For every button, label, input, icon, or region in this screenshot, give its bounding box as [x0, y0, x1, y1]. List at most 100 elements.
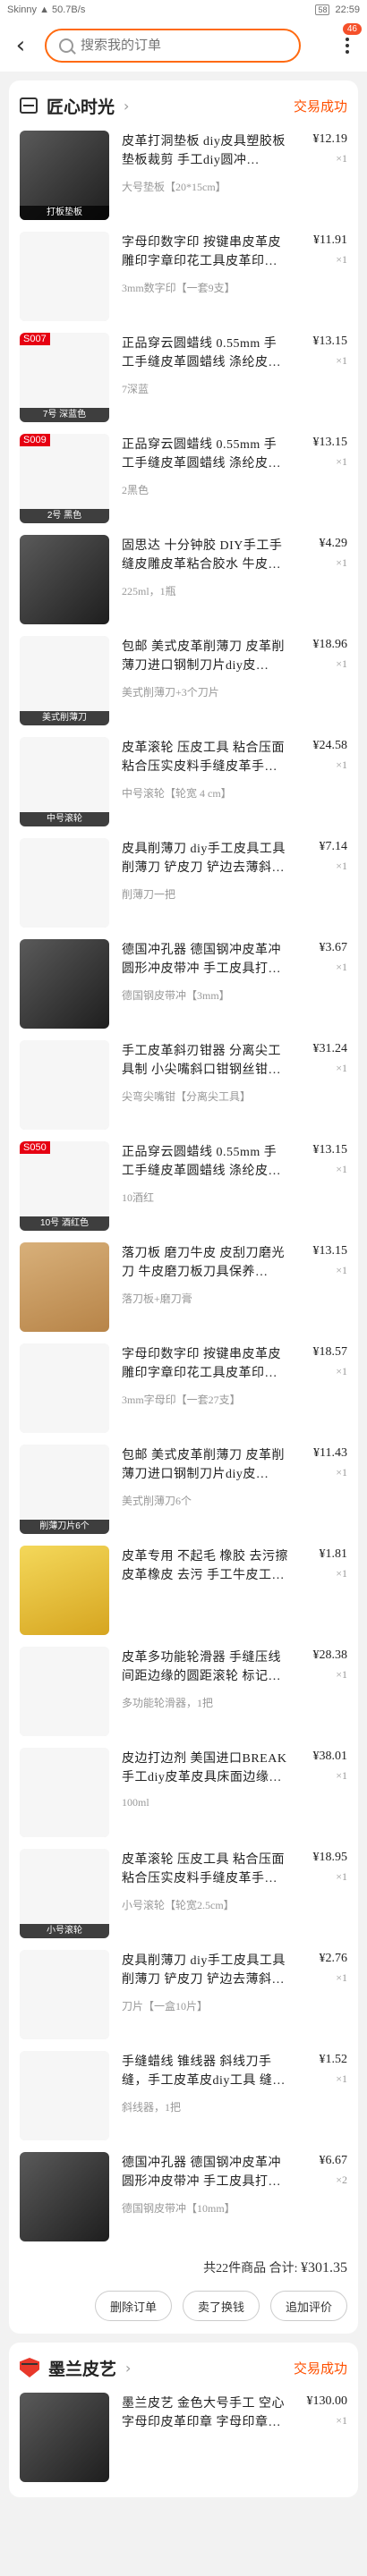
product-title[interactable]: 手缝蜡线 锥线器 斜线刀手缝，手工皮革皮diy工具 缝合…: [122, 2053, 288, 2090]
order-item[interactable]: 皮革专用 不起毛 橡胶 去污擦 皮革橡皮 去污 手工牛皮工具皮… ¥1.81 ×1: [20, 1540, 347, 1641]
price-qty: ¥11.91 ×1: [295, 232, 347, 327]
shop-name[interactable]: 墨兰皮艺: [48, 2356, 116, 2380]
product-title[interactable]: 墨兰皮艺 金色大号手工 空心字母印皮革印章 字母印章…: [122, 2394, 288, 2432]
more-icon[interactable]: [346, 38, 349, 54]
product-title[interactable]: 皮边打边剂 美国进口BREAK手工diy皮革皮具床面边缘…: [122, 1750, 288, 1787]
order-item[interactable]: 固思达 十分钟胶 DIY手工手缝皮雕皮革粘合胶水 牛皮革粘… 225ml，1瓶 ¥4…: [20, 530, 347, 631]
product-price: ¥28.38: [312, 1648, 348, 1662]
order-item[interactable]: 皮具削薄刀 diy手工皮具工具削薄刀 铲皮刀 铲边去薄斜铲… 刀片【一盒10片】 ¥…: [20, 1945, 347, 2046]
product-image[interactable]: 削薄刀片6个: [20, 1445, 109, 1534]
product-title[interactable]: 固思达 十分钟胶 DIY手工手缝皮雕皮革粘合胶水 牛皮革粘…: [122, 537, 288, 574]
product-image[interactable]: [20, 1647, 109, 1736]
product-image[interactable]: S050 10号 酒红色: [20, 1141, 109, 1231]
product-image[interactable]: 小号滚轮: [20, 1849, 109, 1938]
product-info: 德国冲孔器 德国钢冲皮革冲圆形冲皮带冲 手工皮具打孔… 德国钢皮带冲【10mm】: [109, 2152, 295, 2248]
product-tag: S009: [20, 434, 50, 446]
product-image[interactable]: S007 7号 深蓝色: [20, 333, 109, 422]
product-info: 落刀板 磨刀牛皮 皮刮刀磨光刀 牛皮磨刀板刀具保养… 落刀板+磨刀膏: [109, 1242, 295, 1338]
product-image[interactable]: [20, 1546, 109, 1635]
order-total: 共22件商品 合计: ¥301.35: [20, 2248, 347, 2291]
order-item[interactable]: 打板垫板 皮革打洞垫板 diy皮具塑胶板垫板裁剪 手工diy圆冲… 大号垫板【20*…: [20, 125, 347, 226]
order-item[interactable]: 落刀板 磨刀牛皮 皮刮刀磨光刀 牛皮磨刀板刀具保养… 落刀板+磨刀膏 ¥13.15 ×…: [20, 1237, 347, 1338]
product-image[interactable]: [20, 1748, 109, 1837]
product-image-art: [20, 1546, 109, 1635]
order-item[interactable]: S05010号 酒红色正品穿云圆蜡线 0.55mm 手工手缝皮革圆蜡线 涤纶皮具…: [20, 1136, 347, 1237]
product-image[interactable]: S009 2号 黑色: [20, 434, 109, 523]
product-image[interactable]: [20, 1950, 109, 2039]
delete-order-button[interactable]: 删除订单: [94, 2291, 172, 2321]
product-title[interactable]: 落刀板 磨刀牛皮 皮刮刀磨光刀 牛皮磨刀板刀具保养…: [122, 1244, 288, 1282]
product-title[interactable]: 正品穿云圆蜡线 0.55mm 手工手缝皮革圆蜡线 涤纶皮具…: [122, 436, 288, 473]
product-image-art: [20, 2393, 109, 2482]
product-qty: ×1: [336, 961, 347, 973]
product-title[interactable]: 皮具削薄刀 diy手工皮具工具削薄刀 铲皮刀 铲边去薄斜铲…: [122, 840, 288, 877]
product-image[interactable]: [20, 2152, 109, 2241]
order-item[interactable]: 中号滚轮 皮革滚轮 压皮工具 粘合压面 粘合压实皮料手缝皮革手… 中号滚轮【轮宽 4…: [20, 732, 347, 833]
shop-name[interactable]: 匠心时光: [47, 94, 115, 118]
order-item[interactable]: 德国冲孔器 德国钢冲皮革冲圆形冲皮带冲 手工皮具打孔… 德国钢皮带冲【10mm】 ¥…: [20, 2147, 347, 2248]
shop-header[interactable]: 匠心时光 › 交易成功: [20, 91, 347, 120]
product-image[interactable]: 打板垫板: [20, 131, 109, 220]
product-image[interactable]: 中号滚轮: [20, 737, 109, 826]
order-item[interactable]: 手缝蜡线 锥线器 斜线刀手缝，手工皮革皮diy工具 缝合… 斜线器，1把 ¥1.52…: [20, 2046, 347, 2147]
product-title[interactable]: 字母印数字印 按键串皮革皮雕印字章印花工具皮革印章…: [122, 233, 288, 271]
product-price: ¥13.15: [312, 1143, 348, 1157]
product-image[interactable]: 美式削薄刀: [20, 636, 109, 725]
search-input[interactable]: [81, 38, 277, 54]
order-item[interactable]: 皮革多功能轮滑器 手缝压线 间距边缘的圆距滚轮 标记线… 多功能轮滑器，1把 ¥28…: [20, 1641, 347, 1742]
product-title[interactable]: 德国冲孔器 德国钢冲皮革冲圆形冲皮带冲 手工皮具打孔…: [122, 2154, 288, 2191]
resell-button[interactable]: 卖了换钱: [182, 2291, 260, 2321]
product-title[interactable]: 字母印数字印 按键串皮革皮雕印字章印花工具皮革印章…: [122, 1345, 288, 1383]
order-item[interactable]: 字母印数字印 按键串皮革皮雕印字章印花工具皮革印章… 3mm字母印【一套27支】 ¥…: [20, 1338, 347, 1439]
price-qty: ¥12.19 ×1: [295, 131, 348, 226]
order-item[interactable]: 手工皮革斜刃钳器 分离尖工具制 小尖嘴斜口钳钢丝钳 剪… 尖弯尖嘴钳【分离尖工具】…: [20, 1035, 347, 1136]
product-price: ¥24.58: [312, 739, 348, 752]
product-image[interactable]: [20, 939, 109, 1029]
product-image[interactable]: [20, 1242, 109, 1332]
order-item[interactable]: 美式削薄刀 包邮 美式皮革削薄刀 皮革削薄刀进口钢制刀片diy皮… 美式削薄刀+3个…: [20, 631, 347, 732]
add-review-button[interactable]: 追加评价: [269, 2291, 347, 2321]
product-title[interactable]: 正品穿云圆蜡线 0.55mm 手工手缝皮革圆蜡线 涤纶皮具…: [122, 335, 288, 372]
product-qty: ×1: [336, 1163, 347, 1175]
order-item[interactable]: 小号滚轮 皮革滚轮 压皮工具 粘合压面 粘合压实皮料手缝皮革手… 小号滚轮【轮宽2.…: [20, 1843, 347, 1945]
product-image[interactable]: [20, 2393, 109, 2482]
product-spec: 德国钢皮带冲【3mm】: [122, 989, 230, 1002]
product-title[interactable]: 皮革滚轮 压皮工具 粘合压面 粘合压实皮料手缝皮革手…: [122, 739, 288, 776]
product-qty: ×1: [336, 152, 347, 165]
order-item[interactable]: S009 2号 黑色 正品穿云圆蜡线 0.55mm 手工手缝皮革圆蜡线 涤纶皮具… 2…: [20, 428, 347, 530]
product-title[interactable]: 皮革专用 不起毛 橡胶 去污擦 皮革橡皮 去污 手工牛皮工具皮…: [122, 1547, 288, 1585]
product-title[interactable]: 包邮 美式皮革削薄刀 皮革削薄刀进口钢制刀片diy皮…: [122, 1446, 288, 1484]
product-price: ¥31.24: [312, 1042, 348, 1055]
product-price: ¥13.15: [312, 1244, 348, 1258]
product-title[interactable]: 手工皮革斜刃钳器 分离尖工具制 小尖嘴斜口钳钢丝钳 剪…: [122, 1042, 288, 1080]
product-image[interactable]: [20, 535, 109, 624]
order-item[interactable]: 墨兰皮艺 金色大号手工 空心字母印皮革印章 字母印章… ¥130.00 ×1: [20, 2387, 347, 2488]
product-title[interactable]: 包邮 美式皮革削薄刀 皮革削薄刀进口钢制刀片diy皮…: [122, 638, 288, 675]
price-qty: ¥13.15 ×1: [295, 333, 348, 428]
search-box[interactable]: [45, 29, 301, 63]
order-item[interactable]: S0077号 深蓝色正品穿云圆蜡线 0.55mm 手工手缝皮革圆蜡线 涤纶皮具……: [20, 327, 347, 428]
product-title[interactable]: 德国冲孔器 德国钢冲皮革冲圆形冲皮带冲 手工皮具打孔…: [122, 941, 288, 979]
order-item[interactable]: 皮边打边剂 美国进口BREAK手工diy皮革皮具床面边缘… 100ml ¥38.01…: [20, 1742, 347, 1843]
product-image[interactable]: [20, 1343, 109, 1433]
shop-header[interactable]: 墨兰皮艺 › 交易成功: [20, 2353, 347, 2382]
battery-icon: 58: [315, 4, 330, 15]
order-item[interactable]: 字母印数字印 按键串皮革皮雕印字章印花工具皮革印章… 3mm数字印【一套9支】 ¥1…: [20, 226, 347, 327]
product-qty: ×1: [336, 1870, 347, 1883]
product-info: 德国冲孔器 德国钢冲皮革冲圆形冲皮带冲 手工皮具打孔… 德国钢皮带冲【3mm】: [109, 939, 295, 1035]
product-title[interactable]: 皮革多功能轮滑器 手缝压线 间距边缘的圆距滚轮 标记线…: [122, 1648, 288, 1686]
product-info: 皮具削薄刀 diy手工皮具工具削薄刀 铲皮刀 铲边去薄斜铲… 削薄刀一把: [109, 838, 295, 934]
product-title[interactable]: 皮革打洞垫板 diy皮具塑胶板垫板裁剪 手工diy圆冲…: [122, 132, 288, 170]
product-image[interactable]: [20, 2051, 109, 2140]
product-image[interactable]: [20, 232, 109, 321]
product-title[interactable]: 正品穿云圆蜡线 0.55mm 手工手缝皮革圆蜡线 涤纶皮具…: [122, 1143, 288, 1181]
order-item[interactable]: 德国冲孔器 德国钢冲皮革冲圆形冲皮带冲 手工皮具打孔… 德国钢皮带冲【3mm】 ¥3…: [20, 934, 347, 1035]
product-image[interactable]: [20, 1040, 109, 1130]
product-title[interactable]: 皮革滚轮 压皮工具 粘合压面 粘合压实皮料手缝皮革手…: [122, 1851, 288, 1888]
product-title[interactable]: 皮具削薄刀 diy手工皮具工具削薄刀 铲皮刀 铲边去薄斜铲…: [122, 1952, 288, 1989]
back-icon[interactable]: ‹: [9, 32, 32, 59]
order-item[interactable]: 皮具削薄刀 diy手工皮具工具削薄刀 铲皮刀 铲边去薄斜铲… 削薄刀一把 ¥7.14…: [20, 833, 347, 934]
product-image[interactable]: [20, 838, 109, 928]
product-price: ¥4.29: [319, 537, 348, 550]
order-item[interactable]: 削薄刀片6个 包邮 美式皮革削薄刀 皮革削薄刀进口钢制刀片diy皮… 美式削薄刀6个…: [20, 1439, 347, 1540]
